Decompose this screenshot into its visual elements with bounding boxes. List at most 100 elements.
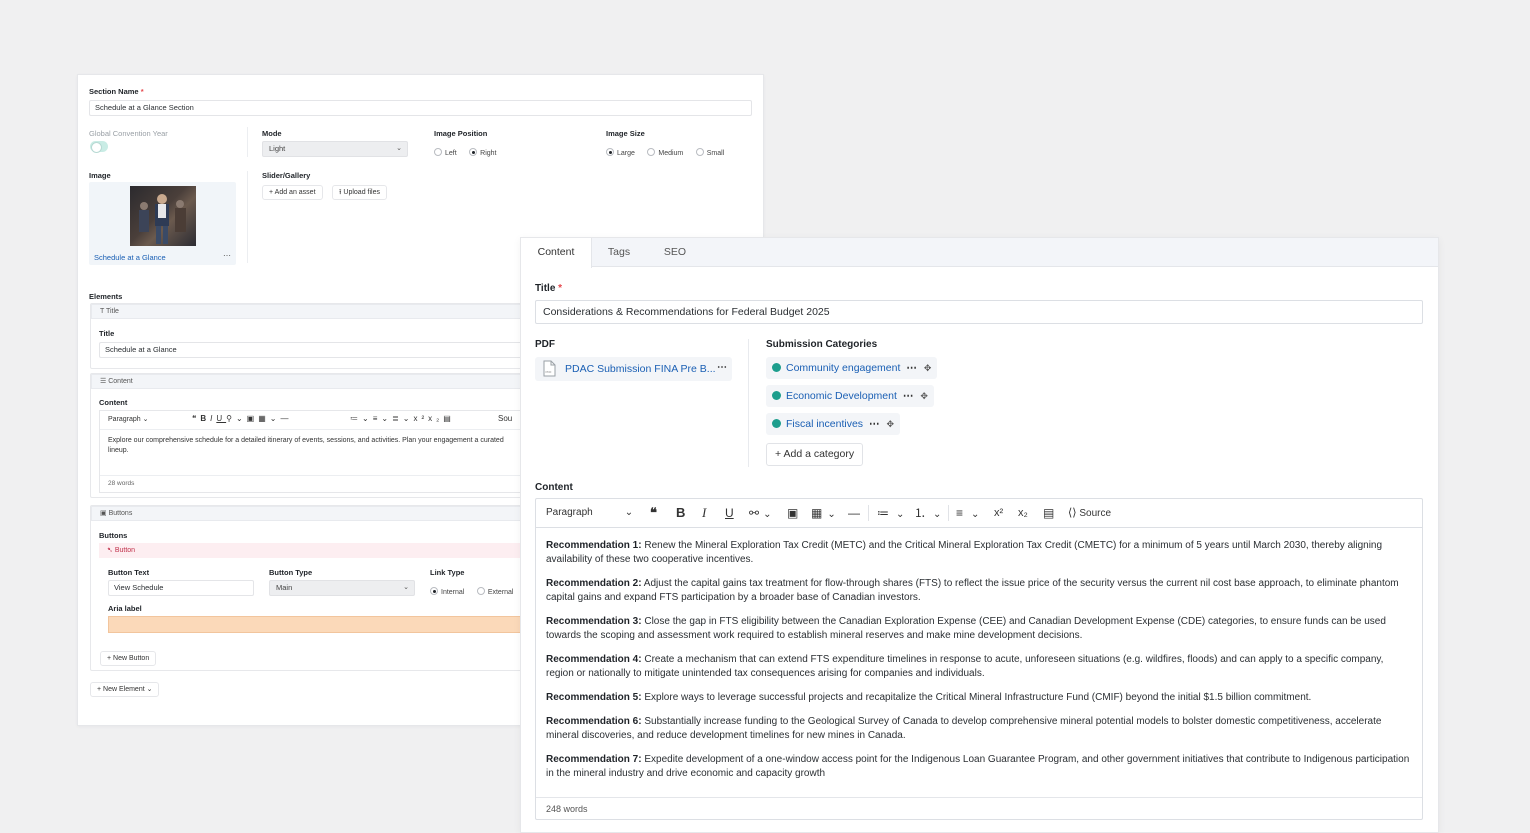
tab-seo[interactable]: SEO (646, 238, 704, 267)
divider (247, 171, 248, 263)
person-silhouette-icon (139, 194, 186, 244)
content-element-header[interactable]: ☰ Content (91, 374, 529, 389)
radio-external[interactable] (476, 587, 485, 595)
bulleted-list-icon[interactable]: ≔ ⌄ (877, 499, 904, 527)
mini-list-toolbar[interactable]: ≔⌄≡⌄≣⌄x²x₂▤ (350, 414, 455, 423)
title-element-header[interactable]: T Title (91, 304, 529, 319)
recommendation-paragraph: Recommendation 1: Renew the Mineral Expl… (546, 540, 1383, 565)
html-embed-icon[interactable]: ▤ (1043, 499, 1054, 527)
title-field-label: Title (99, 329, 115, 338)
buttons-element-header[interactable]: ▣ Buttons (91, 506, 529, 521)
table-icon[interactable]: ▦ ⌄ (811, 499, 836, 527)
mini-source-button[interactable]: Sou (498, 414, 512, 423)
align-icon[interactable]: ≡ ⌄ (956, 499, 979, 527)
more-icon[interactable]: ⋯ (906, 362, 916, 374)
drag-handle-icon[interactable]: ✥ (887, 419, 895, 429)
image-label: Image (89, 171, 111, 180)
content-element-card: ☰ Content Content Paragraph ⌄ ❝BIU⚲⌄▣▦⌄—… (90, 373, 532, 498)
button-text-input[interactable]: View Schedule (108, 580, 254, 596)
bold-icon[interactable]: B (676, 499, 685, 527)
pdf-more-icon[interactable]: ⋯ (717, 357, 727, 379)
drag-handle-icon[interactable]: ✥ (920, 391, 928, 401)
mode-label: Mode (262, 129, 282, 138)
link-type-radios: Internal External (430, 581, 522, 599)
superscript-icon[interactable]: x² (994, 499, 1003, 527)
recommendation-paragraph: Recommendation 4: Create a mechanism tha… (546, 654, 1384, 679)
tab-tags[interactable]: Tags (592, 238, 646, 267)
link-icon[interactable]: ⚯ ⌄ (749, 499, 771, 527)
editor-body[interactable]: Recommendation 1: Renew the Mineral Expl… (546, 539, 1414, 791)
more-icon[interactable]: ⋯ (869, 418, 879, 430)
subscript-icon[interactable]: x₂ (1018, 499, 1028, 527)
mode-select[interactable]: Light ⌄ (262, 141, 408, 157)
aria-label-input[interactable] (108, 616, 531, 633)
buttons-field-label: Buttons (99, 531, 128, 540)
buttons-element-card: ▣ Buttons Buttons ➷ Button Button Text V… (90, 505, 531, 671)
mini-word-count: 28 words (108, 480, 135, 487)
underline-icon[interactable]: U (725, 499, 734, 527)
more-icon[interactable]: ⋯ (903, 390, 913, 402)
tab-content[interactable]: Content (521, 238, 592, 268)
status-dot (772, 391, 781, 400)
radio-small[interactable] (695, 148, 704, 156)
radio-right[interactable] (469, 148, 478, 156)
title-label: Title * (535, 283, 563, 294)
title-input[interactable]: Considerations & Recommendations for Fed… (535, 300, 1423, 324)
new-element-button[interactable]: + New Element ⌄ (90, 682, 160, 697)
image-card[interactable]: Schedule at a Glance ⋯ (89, 182, 236, 265)
image-insert-icon[interactable]: ▣ (787, 499, 798, 527)
radio-internal[interactable] (430, 587, 438, 595)
section-name-label: Section Name * (89, 87, 144, 96)
new-button-button[interactable]: + New Button (100, 651, 157, 666)
chevron-down-icon: ⌄ (403, 584, 409, 591)
divider (247, 127, 248, 157)
numbered-list-icon[interactable]: ⒈ ⌄ (914, 499, 941, 527)
pdf-file-icon: PDF (543, 360, 556, 377)
pdf-label: PDF (535, 339, 555, 350)
tab-bar: Content Tags SEO (521, 238, 1438, 268)
category-chip[interactable]: Community engagement ⋯ ✥ (766, 357, 938, 379)
global-year-toggle[interactable] (90, 141, 108, 153)
chevron-down-icon: ⌄ (396, 145, 402, 152)
drag-handle-icon[interactable]: ✥ (924, 363, 932, 373)
mini-format-toolbar[interactable]: ❝BIU⚲⌄▣▦⌄— (192, 414, 293, 423)
category-chip[interactable]: Fiscal incentives ⋯ ✥ (766, 413, 901, 435)
add-asset-button[interactable]: + Add an asset (262, 185, 323, 200)
button-type-select[interactable]: Main ⌄ (269, 580, 415, 596)
image-more-icon[interactable]: ⋯ (223, 251, 231, 260)
word-count: 248 words (546, 804, 588, 814)
blockquote-icon[interactable]: ❝ (650, 499, 657, 527)
italic-icon[interactable]: I (702, 499, 706, 527)
pdf-file-link[interactable]: PDAC Submission FINA Pre B... (565, 357, 716, 381)
image-position-radios: Left Right (434, 142, 504, 160)
link-type-label: Link Type (430, 568, 465, 577)
recommendation-paragraph: Recommendation 2: Adjust the capital gai… (546, 578, 1399, 603)
category-chip[interactable]: Economic Development ⋯ ✥ (766, 385, 934, 407)
submission-categories-label: Submission Categories (766, 339, 878, 350)
paragraph-type-icon: ☰ (100, 378, 107, 385)
thumbnail-image (130, 186, 196, 246)
horizontal-line-icon[interactable]: — (848, 499, 860, 527)
radio-large[interactable] (606, 148, 614, 156)
elements-label: Elements (89, 292, 123, 301)
source-icon: ⟨⟩ (1068, 507, 1077, 519)
button-item-row[interactable]: ➷ Button (99, 543, 531, 558)
radio-left[interactable] (434, 148, 442, 156)
source-button[interactable]: ⟨⟩ Source (1068, 499, 1111, 527)
image-size-radios: Large Medium Small (606, 142, 732, 160)
paragraph-select[interactable]: Paragraph ⌄ (546, 499, 633, 527)
add-category-button[interactable]: + Add a category (766, 443, 864, 466)
image-caption-link[interactable]: Schedule at a Glance (94, 253, 166, 262)
mini-editor-text[interactable]: Explore our comprehensive schedule for a… (108, 436, 526, 456)
divider (536, 797, 1422, 798)
title-input[interactable]: Schedule at a Glance (99, 342, 531, 358)
image-size-label: Image Size (606, 129, 645, 138)
section-name-input[interactable]: Schedule at a Glance Section (89, 100, 752, 116)
pdf-file-chip[interactable]: PDF PDAC Submission FINA Pre B... ⋯ (535, 357, 732, 381)
text-type-icon: T (100, 308, 105, 315)
rich-text-editor: Paragraph ⌄ ❝ B I U ⚯ ⌄ ▣ ▦ ⌄ — ≔ ⌄ ⒈ ⌄ ≡ ⌄ x²… (535, 498, 1423, 820)
radio-medium[interactable] (647, 148, 656, 156)
upload-files-button[interactable]: ⭱ Upload files (332, 185, 387, 200)
recommendation-paragraph: Recommendation 6: Substantially increase… (546, 716, 1382, 741)
mini-paragraph-select[interactable]: Paragraph ⌄ (108, 415, 149, 423)
